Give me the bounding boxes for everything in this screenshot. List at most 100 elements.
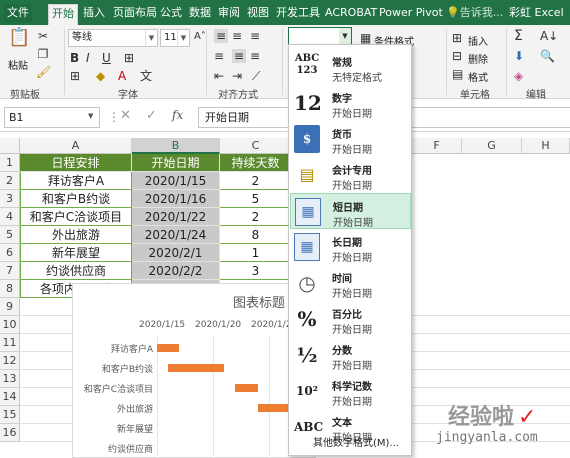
tab-page-layout[interactable]: 页面布局 (110, 4, 160, 22)
table-cell[interactable]: 约谈供应商 (20, 262, 132, 280)
table-cell[interactable]: 外出旅游 (20, 226, 132, 244)
border-icon[interactable]: ⊞ (124, 51, 134, 65)
fill-icon[interactable]: ⬇ (514, 49, 524, 63)
delete-cells-icon[interactable]: ⊟ (452, 49, 462, 63)
row-header[interactable]: 15 (0, 406, 20, 424)
table-cell[interactable]: 2 (220, 208, 292, 226)
row-header[interactable]: 2 (0, 172, 20, 190)
sort-filter-icon[interactable]: A↓ (540, 29, 558, 43)
table-cell[interactable]: 3 (220, 262, 292, 280)
align-bottom-icon[interactable]: ≡ (250, 29, 260, 43)
format-painter-icon[interactable]: 🖌 (36, 65, 51, 79)
align-right-icon[interactable]: ≡ (250, 49, 260, 63)
chevron-down-icon[interactable]: ▼ (88, 112, 93, 120)
find-select-icon[interactable]: 🔍 (540, 49, 555, 63)
row-header[interactable]: 16 (0, 424, 20, 442)
column-header-c[interactable]: C (220, 138, 292, 154)
header-cell[interactable]: 日程安排 (20, 154, 132, 172)
enter-icon[interactable]: ✓ (146, 108, 157, 123)
clear-icon[interactable]: ◈ (514, 69, 523, 83)
chart-title[interactable]: 图表标题 (233, 292, 285, 311)
align-left-icon[interactable]: ≡ (214, 49, 224, 63)
insert-cells-icon[interactable]: ⊞ (452, 31, 462, 45)
decrease-indent-icon[interactable]: ⇤ (214, 69, 224, 83)
bold-button[interactable]: B (70, 51, 79, 65)
paste-button[interactable]: 粘贴 (8, 57, 28, 72)
cancel-icon[interactable]: ✕ (120, 108, 131, 123)
row-header[interactable]: 1 (0, 154, 20, 172)
row-header[interactable]: 12 (0, 352, 20, 370)
name-box[interactable]: B1 (4, 107, 100, 128)
number-format-item[interactable]: ▦ 短日期 开始日期 (290, 193, 411, 229)
tab-data[interactable]: 数据 (186, 4, 214, 22)
table-cell[interactable]: 新年展望 (20, 244, 132, 262)
gantt-bar[interactable] (168, 364, 225, 372)
tell-me-search[interactable]: 💡告诉我... (443, 4, 506, 22)
table-cell[interactable]: 1 (220, 244, 292, 262)
table-cell[interactable]: 2020/1/15 (132, 172, 220, 190)
row-header[interactable]: 8 (0, 280, 20, 298)
table-cell[interactable]: 2 (220, 172, 292, 190)
table-cell[interactable]: 2020/1/24 (132, 226, 220, 244)
number-format-item[interactable]: $ 货币 开始日期 (290, 121, 411, 157)
align-top-icon[interactable]: ≡ (214, 29, 228, 43)
table-cell[interactable]: 2020/1/16 (132, 190, 220, 208)
number-format-item[interactable]: % 百分比 开始日期 (290, 301, 411, 337)
cut-icon[interactable]: ✂ (36, 29, 50, 43)
tab-file[interactable]: 文件 (4, 4, 32, 22)
orientation-icon[interactable]: ⟋ (252, 69, 260, 83)
header-cell[interactable]: 持续天数 (220, 154, 292, 172)
paste-icon[interactable]: 📋 (8, 29, 30, 53)
row-header[interactable]: 14 (0, 388, 20, 406)
table-cell[interactable]: 2020/2/1 (132, 244, 220, 262)
table-cell[interactable]: 和客户C洽谈项目 (20, 208, 132, 226)
row-header[interactable]: 5 (0, 226, 20, 244)
fill-color-icon[interactable]: ◆ (96, 69, 105, 83)
autosum-icon[interactable]: Σ (514, 29, 523, 43)
column-header-f[interactable]: F (412, 138, 462, 154)
column-header-a[interactable]: A (20, 138, 132, 154)
row-header[interactable]: 4 (0, 208, 20, 226)
copy-icon[interactable]: ❐ (36, 47, 50, 61)
underline-button[interactable]: U (102, 51, 111, 65)
table-cell[interactable]: 2020/1/22 (132, 208, 220, 226)
column-header-b[interactable]: B (132, 138, 220, 154)
tab-formulas[interactable]: 公式 (157, 4, 185, 22)
tab-home[interactable]: 开始 (48, 4, 78, 25)
row-header[interactable]: 13 (0, 370, 20, 388)
row-header[interactable]: 6 (0, 244, 20, 262)
tab-review[interactable]: 审阅 (215, 4, 243, 22)
number-format-select[interactable]: ▼ (288, 27, 352, 45)
tab-insert[interactable]: 插入 (80, 4, 108, 22)
column-header-g[interactable]: G (462, 138, 522, 154)
column-header-h[interactable]: H (522, 138, 570, 154)
table-cell[interactable]: 8 (220, 226, 292, 244)
tab-acrobat[interactable]: ACROBAT (322, 4, 380, 22)
font-color-icon[interactable]: A (118, 69, 126, 83)
format-cells-icon[interactable]: ▤ (452, 67, 463, 81)
row-header[interactable]: 9 (0, 298, 20, 316)
font-name-select[interactable]: 等线 ▼ (68, 29, 158, 47)
number-format-item[interactable]: ◷ 时间 开始日期 (290, 265, 411, 301)
tab-power-pivot[interactable]: Power Pivot (376, 4, 446, 22)
phonetic-icon[interactable]: 文 (140, 69, 152, 83)
row-header[interactable]: 11 (0, 334, 20, 352)
number-format-item[interactable]: ▦ 长日期 开始日期 (290, 229, 411, 265)
table-cell[interactable]: 拜访客户A (20, 172, 132, 190)
select-all-corner[interactable] (0, 138, 20, 154)
row-header[interactable]: 7 (0, 262, 20, 280)
align-middle-icon[interactable]: ≡ (232, 29, 242, 43)
row-header[interactable]: 3 (0, 190, 20, 208)
header-cell[interactable]: 开始日期 (132, 154, 220, 172)
increase-indent-icon[interactable]: ⇥ (232, 69, 242, 83)
number-format-item[interactable]: ABC 123 常规 无特定格式 (290, 49, 411, 85)
gantt-chart[interactable]: 图表标题 2020/1/15 2020/1/20 2020/1/25 拜访客户A 和客户… (72, 283, 316, 458)
insert-function-button[interactable]: fx (172, 108, 183, 122)
italic-button[interactable]: I (86, 51, 90, 65)
format-button[interactable]: 格式 (468, 69, 488, 84)
delete-button[interactable]: 删除 (468, 51, 488, 66)
table-cell[interactable]: 和客户B约谈 (20, 190, 132, 208)
more-number-formats-link[interactable]: 其他数字格式(M)... (313, 434, 399, 449)
table-cell[interactable]: 5 (220, 190, 292, 208)
border-icon[interactable]: ⊞ (70, 69, 80, 83)
